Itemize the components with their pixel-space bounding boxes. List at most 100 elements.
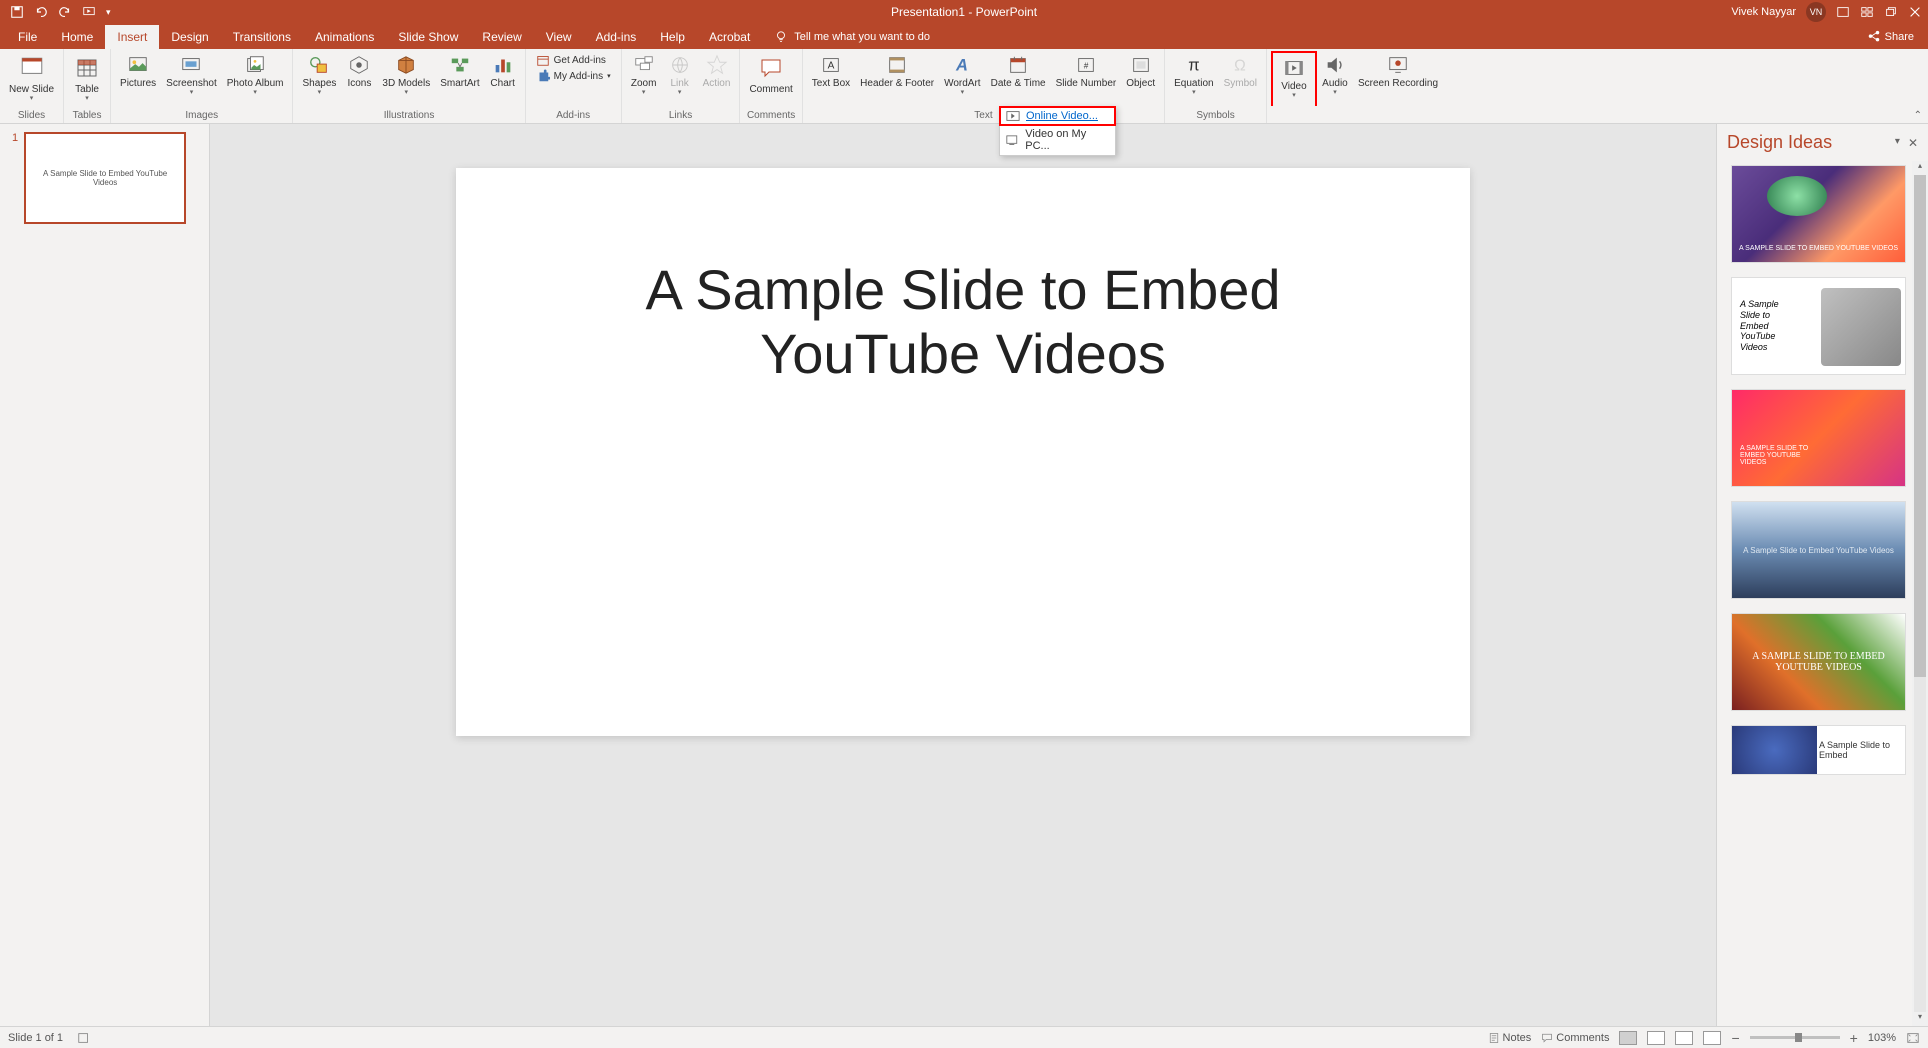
share-button[interactable]: Share <box>1853 25 1928 49</box>
group-media: Video▾ Audio▾ Screen Recording <box>1267 49 1447 123</box>
screenshot-button[interactable]: Screenshot▾ <box>161 51 222 100</box>
equation-button[interactable]: π Equation▾ <box>1169 51 1218 100</box>
window-title: Presentation1 - PowerPoint <box>891 5 1037 19</box>
user-avatar[interactable]: VN <box>1806 2 1826 22</box>
smartart-icon <box>449 54 471 76</box>
zoom-level[interactable]: 103% <box>1868 1032 1896 1044</box>
tab-help[interactable]: Help <box>648 25 697 49</box>
sorter-view-button[interactable] <box>1647 1031 1665 1045</box>
thumbnail-number: 1 <box>12 132 18 224</box>
shapes-button[interactable]: Shapes▾ <box>297 51 341 100</box>
start-slideshow-icon[interactable] <box>82 5 96 19</box>
slide-canvas[interactable]: A Sample Slide to Embed YouTube Videos <box>456 168 1470 736</box>
minimize-icon[interactable] <box>1860 5 1874 19</box>
reading-view-button[interactable] <box>1675 1031 1693 1045</box>
redo-icon[interactable] <box>58 5 72 19</box>
tab-design[interactable]: Design <box>159 25 220 49</box>
icons-button[interactable]: Icons <box>341 51 377 92</box>
my-addins-button[interactable]: My Add-ins ▾ <box>536 69 611 83</box>
tab-file[interactable]: File <box>6 25 49 49</box>
slideshow-view-button[interactable] <box>1703 1031 1721 1045</box>
header-footer-button[interactable]: Header & Footer <box>855 51 939 92</box>
tab-animations[interactable]: Animations <box>303 25 386 49</box>
tab-addins[interactable]: Add-ins <box>584 25 649 49</box>
get-addins-button[interactable]: Get Add-ins <box>536 53 611 67</box>
textbox-button[interactable]: A Text Box <box>807 51 855 92</box>
table-label: Table <box>75 84 99 95</box>
chart-button[interactable]: Chart <box>485 51 521 92</box>
audio-icon <box>1324 54 1346 76</box>
tab-review[interactable]: Review <box>470 25 533 49</box>
3d-models-button[interactable]: 3D Models▾ <box>377 51 435 100</box>
zoom-button[interactable]: Zoom▾ <box>626 51 662 100</box>
slide-title-text[interactable]: A Sample Slide to Embed YouTube Videos <box>645 258 1280 387</box>
video-button[interactable]: Video▾ <box>1276 54 1312 103</box>
normal-view-button[interactable] <box>1619 1031 1637 1045</box>
puzzle-icon <box>536 69 550 83</box>
slide-counter[interactable]: Slide 1 of 1 <box>8 1032 63 1044</box>
design-idea-1[interactable]: A SAMPLE SLIDE TO EMBED YOUTUBE VIDEOS <box>1731 165 1906 263</box>
video-icon <box>1283 57 1305 79</box>
pictures-button[interactable]: Pictures <box>115 51 161 92</box>
get-addins-label: Get Add-ins <box>554 55 606 66</box>
zoom-in-button[interactable]: + <box>1850 1030 1858 1046</box>
wordart-button[interactable]: A WordArt▾ <box>939 51 986 100</box>
pane-options-icon[interactable]: ▾ <box>1895 136 1900 150</box>
table-button[interactable]: Table▾ <box>68 51 106 106</box>
smartart-button[interactable]: SmartArt <box>435 51 484 92</box>
design-idea-6[interactable]: A Sample Slide to Embed <box>1731 725 1906 775</box>
group-comments: Comment Comments <box>740 49 802 123</box>
slide-number-icon: # <box>1075 54 1097 76</box>
scrollbar-thumb[interactable] <box>1914 175 1926 677</box>
design-idea-3[interactable]: A SAMPLE SLIDE TO EMBED YOUTUBE VIDEOS <box>1731 389 1906 487</box>
group-symbols: π Equation▾ Ω Symbol Symbols <box>1165 49 1267 123</box>
idea-6-text: A Sample Slide to Embed <box>1819 740 1899 760</box>
tab-insert[interactable]: Insert <box>105 25 159 49</box>
slide-thumbnail-1[interactable]: A Sample Slide to Embed YouTube Videos <box>24 132 186 224</box>
qat-customize-icon[interactable]: ▾ <box>106 7 111 18</box>
design-idea-5[interactable]: A SAMPLE SLIDE TO EMBED YOUTUBE VIDEOS <box>1731 613 1906 711</box>
zoom-out-button[interactable]: − <box>1731 1030 1739 1046</box>
fit-to-window-button[interactable] <box>1906 1031 1920 1045</box>
notes-button[interactable]: Notes <box>1488 1032 1532 1044</box>
tab-slideshow[interactable]: Slide Show <box>386 25 470 49</box>
ribbon-display-icon[interactable] <box>1836 5 1850 19</box>
slide-number-button[interactable]: # Slide Number <box>1051 51 1122 92</box>
save-icon[interactable] <box>10 5 24 19</box>
comment-button[interactable]: Comment <box>744 51 797 98</box>
object-button[interactable]: Object <box>1121 51 1160 92</box>
slide-canvas-area[interactable]: A Sample Slide to Embed YouTube Videos <box>210 124 1716 1026</box>
svg-text:Ω: Ω <box>1234 58 1246 75</box>
audio-button[interactable]: Audio▾ <box>1317 51 1353 100</box>
design-idea-4[interactable]: A Sample Slide to Embed YouTube Videos <box>1731 501 1906 599</box>
video-on-pc-menu-item[interactable]: Video on My PC... <box>1000 125 1115 155</box>
idea-4-text: A Sample Slide to Embed YouTube Videos <box>1743 546 1894 555</box>
tab-acrobat[interactable]: Acrobat <box>697 25 762 49</box>
slide-thumbnail-panel: 1 A Sample Slide to Embed YouTube Videos <box>0 124 210 1026</box>
symbol-icon: Ω <box>1229 54 1251 76</box>
tell-me-search[interactable]: Tell me what you want to do <box>762 25 942 49</box>
user-name[interactable]: Vivek Nayyar <box>1731 6 1796 18</box>
restore-icon[interactable] <box>1884 5 1898 19</box>
tab-home[interactable]: Home <box>49 25 105 49</box>
photo-album-button[interactable]: Photo Album▾ <box>222 51 289 100</box>
spell-check-icon[interactable] <box>77 1031 91 1045</box>
undo-icon[interactable] <box>34 5 48 19</box>
design-idea-2[interactable]: A Sample Slide to Embed YouTube Videos <box>1731 277 1906 375</box>
comments-button[interactable]: Comments <box>1541 1032 1609 1044</box>
share-label: Share <box>1885 31 1914 43</box>
tab-view[interactable]: View <box>534 25 584 49</box>
idea-1-text: A SAMPLE SLIDE TO EMBED YOUTUBE VIDEOS <box>1739 245 1898 252</box>
close-pane-icon[interactable]: ✕ <box>1908 136 1918 150</box>
collapse-ribbon-icon[interactable]: ⌃ <box>1914 110 1922 121</box>
zoom-slider[interactable] <box>1750 1036 1840 1039</box>
new-slide-button[interactable]: New Slide▾ <box>4 51 59 106</box>
group-images: Pictures Screenshot▾ Photo Album▾ Images <box>111 49 293 123</box>
screen-recording-button[interactable]: Screen Recording <box>1353 51 1443 92</box>
datetime-button[interactable]: Date & Time <box>986 51 1051 92</box>
design-ideas-scrollbar[interactable]: ▴ ▾ <box>1912 161 1928 1026</box>
close-icon[interactable] <box>1908 5 1922 19</box>
tab-transitions[interactable]: Transitions <box>221 25 303 49</box>
video-label: Video <box>1281 81 1306 92</box>
online-video-menu-item[interactable]: Online Video... <box>1000 107 1115 125</box>
